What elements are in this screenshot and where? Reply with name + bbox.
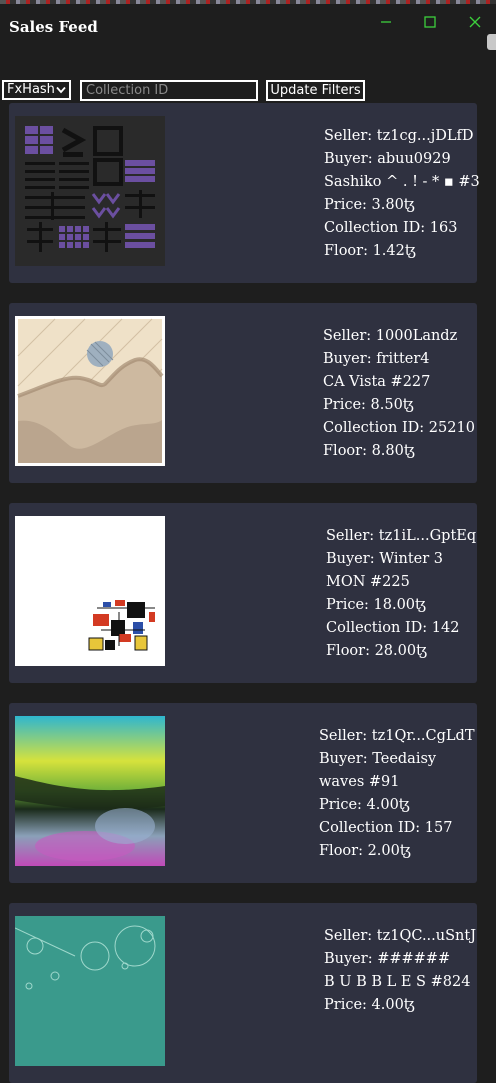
price-text: Price: 4.00ꜩ xyxy=(324,997,415,1013)
close-icon[interactable] xyxy=(465,12,485,32)
sale-card[interactable]: Seller: tz1Qr...CgLdT Buyer: Teedaisy wa… xyxy=(9,703,477,883)
floor-text: Floor: 2.00ꜩ xyxy=(319,843,411,859)
nft-title: Sashiko ^ . ! - * ▪ #3 xyxy=(324,174,480,190)
floor-text: Floor: 28.00ꜩ xyxy=(326,643,428,659)
sale-info: Seller: tz1iL...GptEq Buyer: Winter 3 MO… xyxy=(326,525,476,663)
sale-card[interactable]: Seller: 1000Landz Buyer: fritter4 CA Vis… xyxy=(9,303,477,483)
sale-info: Seller: tz1QC...uSntJ Buyer: ###### B U … xyxy=(324,925,476,1017)
minimize-icon[interactable] xyxy=(376,12,396,32)
sale-info: Seller: tz1cg...jDLfD Buyer: abuu0929 Sa… xyxy=(324,125,480,263)
buyer-text: Buyer: Teedaisy xyxy=(319,751,437,767)
seller-text: Seller: 1000Landz xyxy=(323,328,458,344)
seller-text: Seller: tz1cg...jDLfD xyxy=(324,128,474,144)
filter-bar: FxHash Collection ID Update Filters xyxy=(0,80,496,102)
scrollbar-thumb[interactable] xyxy=(487,34,496,50)
sale-info: Seller: tz1Qr...CgLdT Buyer: Teedaisy wa… xyxy=(319,725,475,863)
nft-thumbnail xyxy=(15,116,165,266)
nft-title: CA Vista #227 xyxy=(323,374,431,390)
nft-thumbnail xyxy=(15,716,165,866)
floor-text: Floor: 8.80ꜩ xyxy=(323,443,415,459)
nft-title: B U B B L E S #824 xyxy=(324,974,471,990)
platform-select-value: FxHash xyxy=(7,82,55,97)
nft-thumbnail xyxy=(15,916,165,1066)
update-filters-button[interactable]: Update Filters xyxy=(266,80,365,101)
maximize-icon[interactable] xyxy=(420,12,440,32)
sale-info: Seller: 1000Landz Buyer: fritter4 CA Vis… xyxy=(323,325,475,463)
price-text: Price: 8.50ꜩ xyxy=(323,397,414,413)
buyer-text: Buyer: ###### xyxy=(324,951,451,967)
window-title: Sales Feed xyxy=(9,18,98,36)
price-text: Price: 18.00ꜩ xyxy=(326,597,426,613)
nft-thumbnail xyxy=(15,516,165,666)
seller-text: Seller: tz1Qr...CgLdT xyxy=(319,728,475,744)
nft-thumbnail xyxy=(15,316,165,466)
collection-id-input[interactable]: Collection ID xyxy=(80,80,258,101)
nft-title: waves #91 xyxy=(319,774,400,790)
collection-id-text: Collection ID: 142 xyxy=(326,620,460,636)
floor-text: Floor: 1.42ꜩ xyxy=(324,243,416,259)
chevron-down-icon xyxy=(56,86,66,94)
price-text: Price: 3.80ꜩ xyxy=(324,197,415,213)
price-text: Price: 4.00ꜩ xyxy=(319,797,410,813)
sale-card[interactable]: Seller: tz1cg...jDLfD Buyer: abuu0929 Sa… xyxy=(9,103,480,283)
sale-card[interactable]: Seller: tz1iL...GptEq Buyer: Winter 3 MO… xyxy=(9,503,477,683)
sale-card[interactable]: Seller: tz1QC...uSntJ Buyer: ###### B U … xyxy=(9,903,477,1083)
seller-text: Seller: tz1QC...uSntJ xyxy=(324,928,477,944)
collection-id-text: Collection ID: 25210 xyxy=(323,420,475,436)
collection-id-text: Collection ID: 163 xyxy=(324,220,458,236)
nft-title: MON #225 xyxy=(326,574,410,590)
platform-select[interactable]: FxHash xyxy=(2,80,71,100)
collection-id-text: Collection ID: 157 xyxy=(319,820,453,836)
seller-text: Seller: tz1iL...GptEq xyxy=(326,528,477,544)
buyer-text: Buyer: fritter4 xyxy=(323,351,430,367)
buyer-text: Buyer: abuu0929 xyxy=(324,151,451,167)
buyer-text: Buyer: Winter 3 xyxy=(326,551,443,567)
window-titlebar: Sales Feed xyxy=(0,4,496,48)
